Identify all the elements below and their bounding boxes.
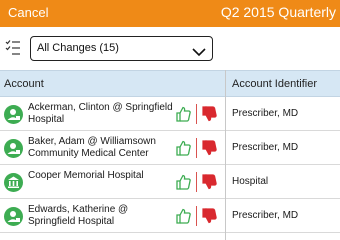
action-divider [196, 138, 197, 158]
person-icon [4, 105, 23, 124]
filter-bar: All Changes (15) [0, 27, 340, 70]
table-row[interactable]: Baker, Adam @ Williamsown Community Medi… [0, 131, 340, 165]
column-header-account: Account [4, 78, 44, 90]
page-title: Q2 2015 Quarterly [220, 4, 336, 20]
table-row[interactable]: Edwards, Katherine @ Springfield Hospita… [0, 199, 340, 233]
thumbs-up-icon[interactable] [176, 106, 191, 122]
action-divider [196, 172, 197, 192]
person-icon [4, 139, 23, 158]
column-header-identifier: Account Identifier [232, 78, 317, 90]
thumbs-down-icon[interactable] [202, 208, 217, 224]
table-row[interactable]: Cooper Memorial Hospital Hospital [0, 165, 340, 199]
thumbs-down-icon[interactable] [202, 174, 217, 190]
account-identifier: Prescriber, MD [232, 210, 299, 221]
account-name: Ackerman, Clinton @ Springfield Hospital [28, 102, 173, 125]
thumbs-down-icon[interactable] [202, 140, 217, 156]
account-name: Edwards, Katherine @ Springfield Hospita… [28, 204, 129, 227]
action-divider [196, 206, 197, 226]
institution-icon [4, 173, 23, 192]
changes-filter-value: All Changes (15) [37, 42, 119, 54]
thumbs-up-icon[interactable] [176, 208, 191, 224]
cancel-button[interactable]: Cancel [8, 5, 48, 20]
person-icon [4, 207, 23, 226]
account-identifier: Prescriber, MD [232, 142, 299, 153]
chevron-down-icon [192, 44, 206, 57]
thumbs-down-icon[interactable] [202, 106, 217, 122]
changes-filter-select[interactable]: All Changes (15) [30, 36, 213, 61]
account-name: Baker, Adam @ Williamsown Community Medi… [28, 136, 156, 159]
top-bar: Cancel Q2 2015 Quarterly [0, 0, 340, 27]
thumbs-up-icon[interactable] [176, 174, 191, 190]
table-header: Account Account Identifier [0, 70, 340, 97]
column-divider [225, 70, 226, 240]
account-name: Cooper Memorial Hospital [28, 170, 144, 181]
checklist-icon[interactable] [5, 39, 21, 57]
thumbs-up-icon[interactable] [176, 140, 191, 156]
account-identifier: Prescriber, MD [232, 108, 299, 119]
table-row[interactable]: Ackerman, Clinton @ Springfield Hospital… [0, 97, 340, 131]
account-identifier: Hospital [232, 176, 269, 187]
action-divider [196, 104, 197, 124]
